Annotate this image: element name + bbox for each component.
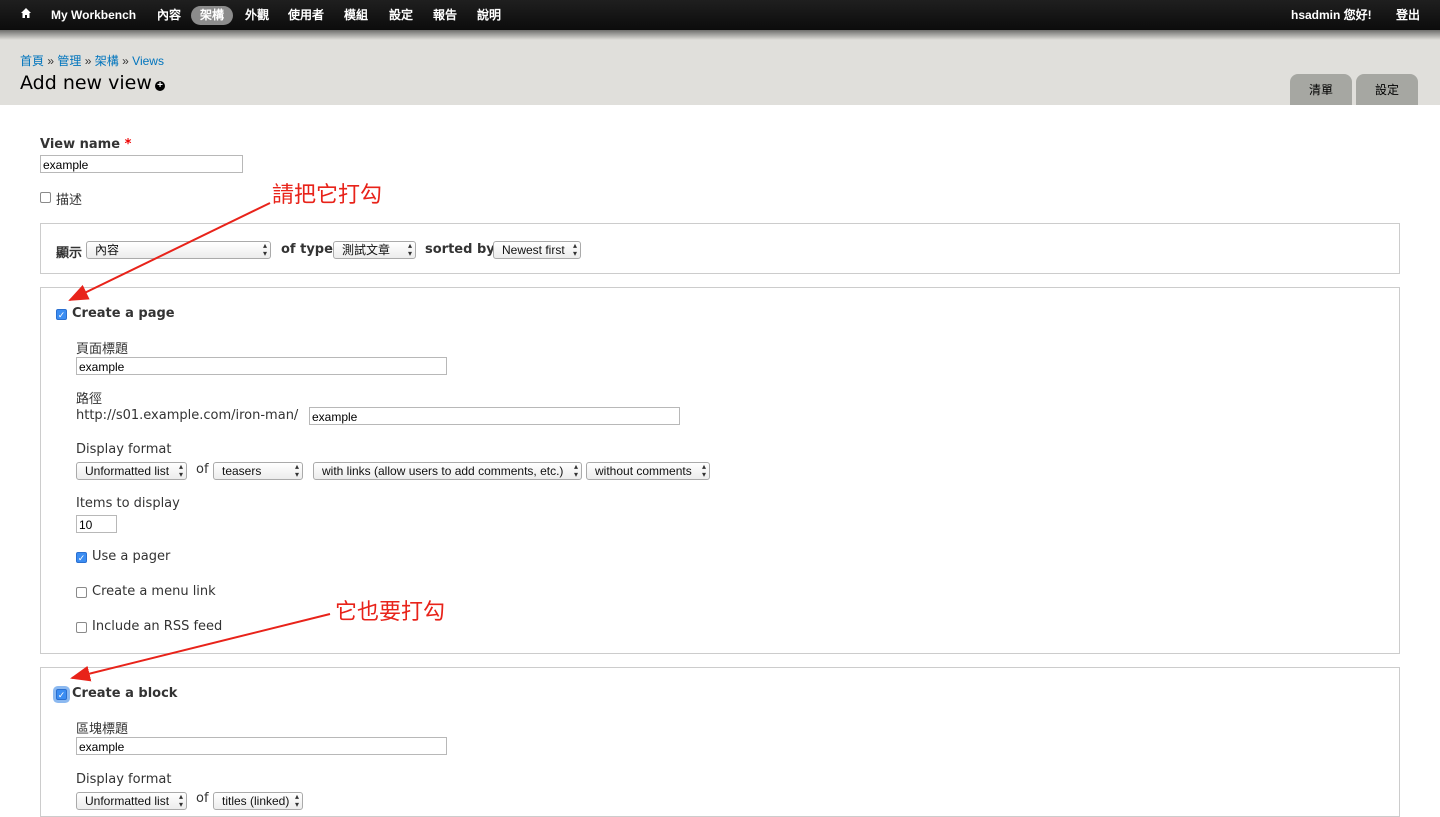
annotation-text-1: 請把它打勾 (272, 183, 383, 208)
annotation-arrow-1 (68, 202, 271, 301)
annotation-text-2: 它也要打勾 (335, 600, 446, 625)
annotation-arrow-2 (70, 613, 331, 682)
annotation-arrows (68, 202, 331, 682)
